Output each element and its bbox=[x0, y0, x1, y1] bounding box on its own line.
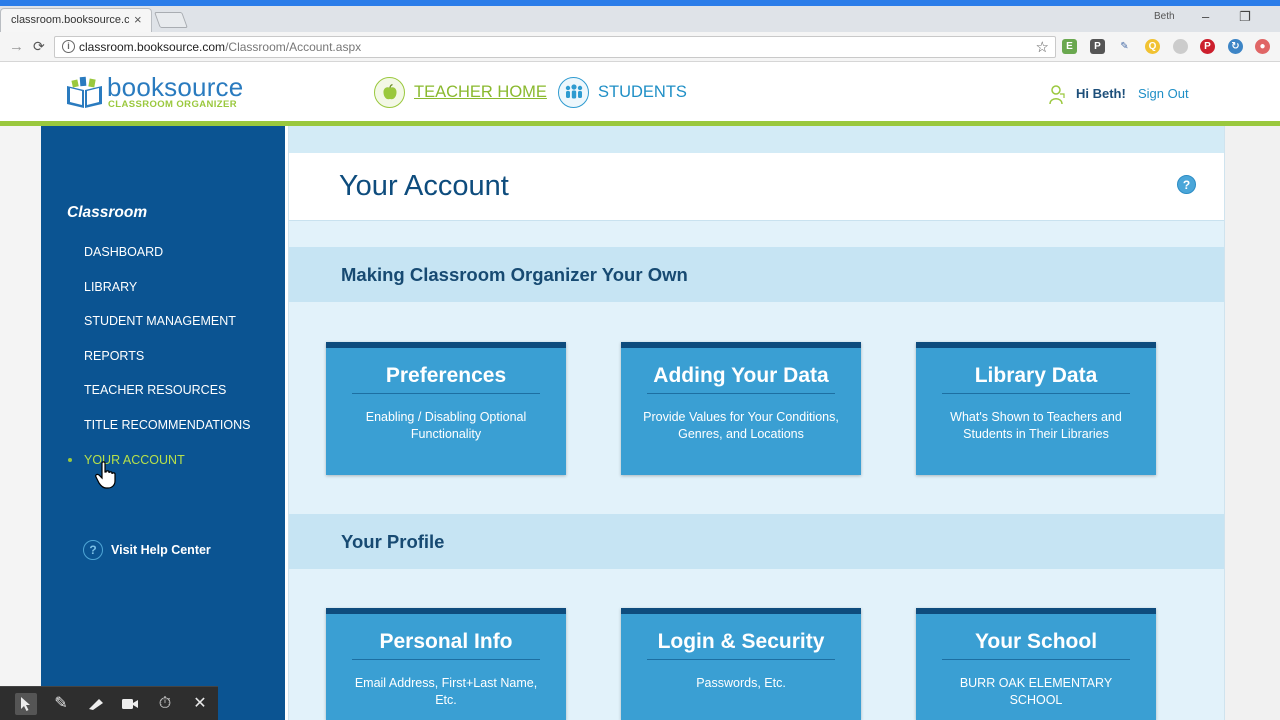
new-tab-button[interactable] bbox=[154, 12, 188, 28]
pen-icon[interactable]: ✎ bbox=[50, 693, 72, 715]
card-description: What's Shown to Teachers and Students in… bbox=[950, 410, 1122, 441]
card-title: Personal Info bbox=[379, 630, 513, 653]
card-description: Email Address, First+Last Name, Etc. bbox=[354, 676, 538, 707]
card-divider bbox=[942, 659, 1130, 660]
card-divider bbox=[647, 659, 835, 660]
tab-title: classroom.booksource.co bbox=[11, 14, 129, 26]
card-title: Adding Your Data bbox=[653, 364, 829, 387]
forward-icon[interactable]: → bbox=[9, 38, 24, 55]
card-description: Passwords, Etc. bbox=[696, 676, 786, 690]
sidebar-item-title-recommendations[interactable]: TITLE RECOMMENDATIONS bbox=[84, 418, 250, 453]
bookmark-star-icon[interactable]: ☆ bbox=[1036, 38, 1049, 56]
page-help-icon[interactable]: ? bbox=[1177, 175, 1196, 194]
booksource-logo[interactable]: booksource CLASSROOM ORGANIZER bbox=[64, 72, 264, 114]
hand-cursor-icon bbox=[95, 461, 116, 489]
card-title: Your School bbox=[974, 630, 1098, 653]
card-personal-info[interactable]: Personal Info Email Address, First+Last … bbox=[326, 608, 566, 720]
sidebar-item-student-management[interactable]: STUDENT MANAGEMENT bbox=[84, 314, 250, 349]
section-header-own: Making Classroom Organizer Your Own bbox=[289, 247, 1224, 302]
nav-students-label: STUDENTS bbox=[598, 82, 687, 101]
close-icon[interactable]: ✕ bbox=[189, 693, 211, 715]
page-right-margin bbox=[1225, 126, 1280, 720]
pinterest-icon[interactable]: P bbox=[1200, 39, 1215, 54]
students-icon bbox=[558, 76, 589, 108]
page-title: Your Account bbox=[339, 170, 509, 202]
card-title: Preferences bbox=[385, 364, 507, 387]
pointer-icon[interactable] bbox=[15, 693, 37, 715]
timer-icon[interactable]: ⏱ bbox=[154, 693, 176, 715]
card-title: Login & Security bbox=[657, 630, 825, 653]
card-title: Library Data bbox=[974, 364, 1098, 387]
card-your-school[interactable]: Your School BURR OAK ELEMENTARY SCHOOL bbox=[916, 608, 1156, 720]
tab-close-icon[interactable]: × bbox=[134, 12, 142, 27]
section-header-profile: Your Profile bbox=[289, 514, 1224, 569]
nav-teacher-home-label: TEACHER HOME bbox=[414, 82, 547, 101]
card-description: Provide Values for Your Conditions, Genr… bbox=[643, 410, 839, 441]
minimize-icon[interactable]: – bbox=[1202, 9, 1209, 24]
card-divider bbox=[942, 393, 1130, 394]
section-title: Making Classroom Organizer Your Own bbox=[341, 264, 688, 285]
sidebar-item-dashboard[interactable]: DASHBOARD bbox=[84, 245, 250, 280]
extension-icon[interactable]: Q bbox=[1145, 39, 1160, 54]
url-input[interactable]: i classroom.booksource.com/Classroom/Acc… bbox=[54, 36, 1056, 58]
visit-help-center-link[interactable]: ? Visit Help Center bbox=[83, 540, 211, 560]
restore-icon[interactable]: ❐ bbox=[1239, 9, 1251, 25]
section-title: Your Profile bbox=[341, 531, 445, 552]
browser-tab[interactable]: classroom.booksource.co × bbox=[0, 8, 152, 32]
highlighter-icon[interactable] bbox=[85, 693, 107, 715]
nav-students[interactable]: STUDENTS bbox=[558, 76, 687, 108]
eyedropper-icon[interactable]: ✎ bbox=[1117, 39, 1132, 54]
nav-teacher-home[interactable]: TEACHER HOME bbox=[374, 76, 547, 108]
evernote-icon[interactable]: E bbox=[1062, 39, 1077, 54]
card-divider bbox=[352, 393, 540, 394]
sidebar-item-library[interactable]: LIBRARY bbox=[84, 280, 250, 315]
sidebar: Classroom DASHBOARD LIBRARY STUDENT MANA… bbox=[41, 126, 285, 720]
page-title-panel: Your Account ? bbox=[289, 153, 1224, 221]
book-logo-icon bbox=[67, 76, 102, 108]
recording-toolbar: ✎ ⏱ ✕ bbox=[0, 686, 218, 720]
card-description: BURR OAK ELEMENTARY SCHOOL bbox=[959, 676, 1113, 707]
sidebar-menu: DASHBOARD LIBRARY STUDENT MANAGEMENT REP… bbox=[67, 245, 250, 487]
adblock-icon[interactable]: ● bbox=[1255, 39, 1270, 54]
info-icon[interactable]: i bbox=[62, 40, 75, 53]
card-divider bbox=[352, 659, 540, 660]
browser-user-label[interactable]: Beth bbox=[1154, 11, 1175, 22]
card-preferences[interactable]: Preferences Enabling / Disabling Optiona… bbox=[326, 342, 566, 475]
browser-tabstrip: classroom.booksource.co × Beth – ❐ bbox=[0, 6, 1280, 32]
teacher-avatar-icon bbox=[1049, 85, 1065, 105]
main-top-strip bbox=[289, 126, 1224, 153]
reload-icon[interactable]: ⟳ bbox=[33, 38, 45, 55]
address-bar-row: → ⟳ i classroom.booksource.com/Classroom… bbox=[0, 32, 1280, 62]
card-description: Enabling / Disabling Optional Functional… bbox=[365, 410, 527, 441]
card-adding-your-data[interactable]: Adding Your Data Provide Values for Your… bbox=[621, 342, 861, 475]
sidebar-heading: Classroom bbox=[67, 204, 148, 221]
help-center-label: Visit Help Center bbox=[111, 543, 211, 557]
card-divider bbox=[647, 393, 835, 394]
circle-icon[interactable] bbox=[1173, 39, 1188, 54]
help-icon: ? bbox=[83, 540, 103, 560]
url-text: classroom.booksource.com/Classroom/Accou… bbox=[79, 40, 362, 54]
card-library-data[interactable]: Library Data What's Shown to Teachers an… bbox=[916, 342, 1156, 475]
sync-icon[interactable]: ↻ bbox=[1228, 39, 1243, 54]
card-login-security[interactable]: Login & Security Passwords, Etc. bbox=[621, 608, 861, 720]
pocket-icon[interactable]: P bbox=[1090, 39, 1105, 54]
sidebar-item-reports[interactable]: REPORTS bbox=[84, 349, 250, 384]
logo-subtitle: CLASSROOM ORGANIZER bbox=[108, 99, 237, 110]
apple-icon bbox=[374, 76, 405, 108]
camera-icon[interactable] bbox=[119, 693, 141, 715]
sign-out-link[interactable]: Sign Out bbox=[1138, 86, 1189, 101]
sidebar-item-teacher-resources[interactable]: TEACHER RESOURCES bbox=[84, 383, 250, 418]
user-greeting: Hi Beth! bbox=[1076, 86, 1126, 101]
